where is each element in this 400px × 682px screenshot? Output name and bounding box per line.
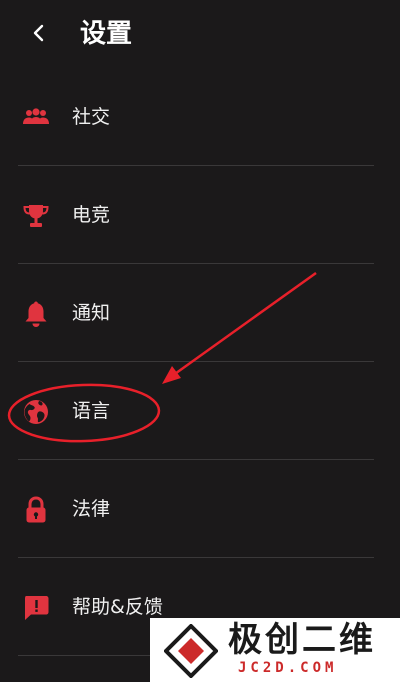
bell-icon [25,301,47,327]
menu-item-label: 语言 [72,400,111,422]
menu-item-label: 电竞 [72,204,111,226]
people-group-icon [23,108,49,124]
lock-icon [26,496,46,523]
menu-item-legal[interactable]: 法律 [0,460,400,558]
back-button[interactable] [24,18,54,48]
header: 设置 [0,0,400,68]
trophy-icon [23,205,49,227]
menu-item-esports[interactable]: 电竞 [0,166,400,264]
menu-item-language[interactable]: 语言 [0,362,400,460]
watermark: 极创二维 JC2D.COM [150,618,400,682]
menu-item-label: 法律 [72,498,111,520]
page-title: 设置 [80,19,133,49]
feedback-icon [25,596,49,620]
menu-item-label: 社交 [72,106,111,128]
globe-icon [24,400,48,424]
settings-menu: 社交 电竞 通知 语言 法律 帮助&反馈 [0,68,400,656]
menu-item-notifications[interactable]: 通知 [0,264,400,362]
menu-item-label: 通知 [72,302,111,324]
menu-item-label: 帮助&反馈 [72,596,163,618]
watermark-title: 极创二维 [228,620,376,660]
menu-item-social[interactable]: 社交 [0,68,400,166]
watermark-logo [164,624,218,678]
watermark-subtitle: JC2D.COM [238,660,338,676]
chevron-left-icon [33,24,44,42]
